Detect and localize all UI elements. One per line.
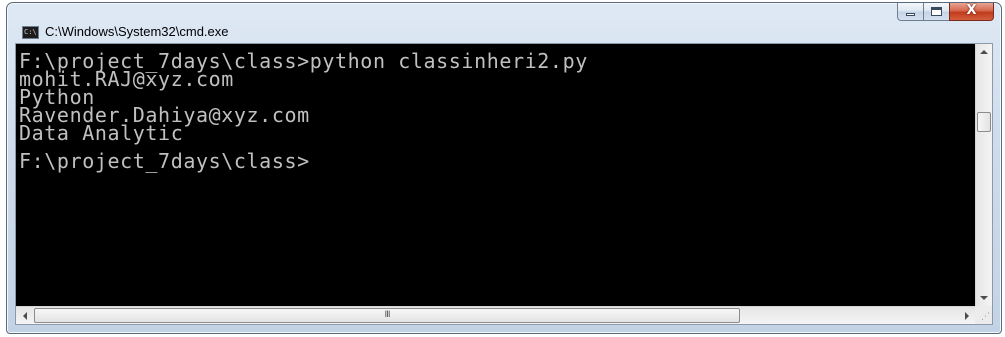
prompt-line: F:\project_7days\class> [19, 149, 310, 173]
scroll-left-arrow-icon[interactable] [23, 312, 27, 320]
horizontal-scrollbar[interactable]: III [16, 306, 976, 324]
console-output-area[interactable]: F:\project_7days\class>python classinher… [16, 44, 976, 306]
scroll-thumb-grip-icon: III [384, 310, 391, 320]
window-controls: X [897, 3, 994, 23]
close-button[interactable]: X [949, 3, 994, 21]
scroll-up-arrow-icon[interactable] [980, 50, 988, 54]
window-title: C:\Windows\System32\cmd.exe [45, 24, 229, 39]
cmd-console-icon[interactable]: C:\ [22, 26, 39, 39]
resize-corner[interactable]: ⋰ [975, 306, 992, 324]
scroll-down-arrow-icon[interactable] [980, 296, 988, 300]
console-text: F:\project_7days\class>python classinher… [19, 51, 588, 173]
maximize-icon [931, 7, 942, 16]
scroll-right-arrow-icon[interactable] [965, 312, 969, 320]
cmd-window: C:\ C:\Windows\System32\cmd.exe X F:\pro… [6, 2, 1002, 334]
minimize-button[interactable] [897, 3, 923, 21]
vertical-scrollbar[interactable] [975, 44, 992, 306]
vertical-scroll-thumb[interactable] [977, 112, 991, 132]
console-frame: F:\project_7days\class>python classinher… [15, 43, 993, 325]
resize-grip-icon: ⋰ [981, 312, 990, 322]
title-bar[interactable]: C:\ C:\Windows\System32\cmd.exe X [7, 3, 1001, 43]
close-icon: X [966, 3, 977, 18]
minimize-icon [906, 13, 915, 16]
horizontal-scroll-thumb[interactable]: III [34, 308, 740, 323]
maximize-button[interactable] [923, 3, 949, 21]
